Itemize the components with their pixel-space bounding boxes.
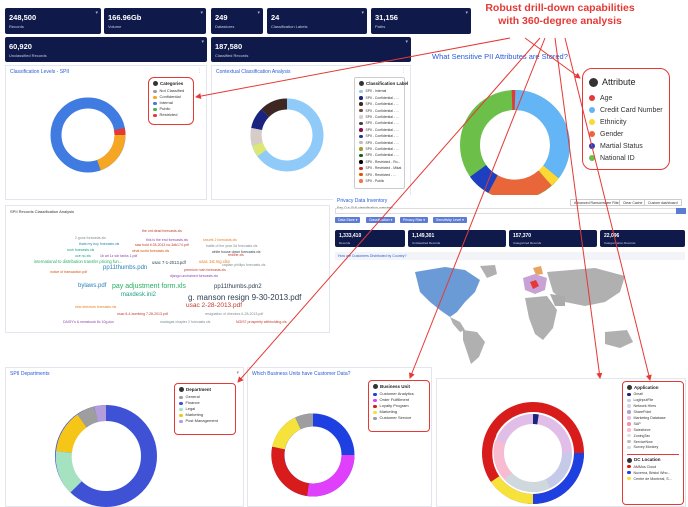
arrow-to-attributes bbox=[524, 37, 581, 79]
annotation-arrows bbox=[195, 37, 652, 383]
arrow-to-categories bbox=[195, 37, 511, 100]
arrow-to-business-units bbox=[409, 37, 546, 379]
arrow-to-departments bbox=[237, 37, 541, 383]
